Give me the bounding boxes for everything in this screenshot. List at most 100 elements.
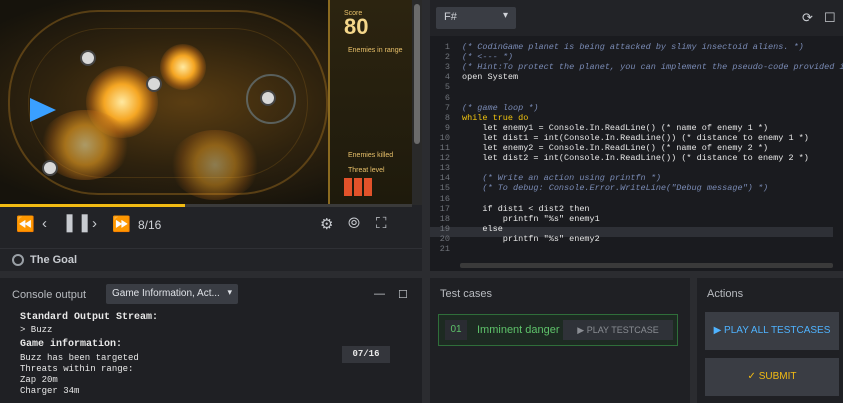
testcase-name: Imminent danger [477, 324, 560, 336]
explosion [170, 130, 260, 200]
player-ship [30, 98, 56, 122]
replay-controls: ⏪ ‹ ❚❚ › ⏩ 8/16 ⚙ ⦾ ⛶ [0, 209, 422, 241]
explosion [160, 44, 206, 90]
line-number: 19 [439, 223, 450, 234]
maximize-icon[interactable]: ☐ [824, 10, 836, 26]
fast-forward-icon[interactable]: ⏩ [112, 215, 131, 233]
line-number: 18 [439, 213, 450, 224]
editor-horizontal-scrollbar[interactable] [460, 263, 833, 268]
turn-badge: 07/16 [342, 346, 390, 363]
line-number: 2 [444, 52, 450, 63]
code-line: (* To debug: Console.Error.WriteLine("De… [462, 183, 769, 194]
submit-button[interactable]: ✓ SUBMIT [705, 358, 839, 396]
enemy-alien [42, 160, 58, 176]
line-number: 8 [444, 112, 450, 123]
code-line: (* Write an action using printfn *) [462, 173, 661, 184]
target-icon [12, 254, 24, 266]
chevron-down-icon: ▾ [227, 287, 232, 297]
game-info-line: Zap 20m [20, 375, 58, 385]
code-line: let enemy1 = Console.In.ReadLine() (* na… [462, 122, 769, 133]
threat-bar [364, 178, 372, 196]
line-number: 10 [439, 132, 450, 143]
testcase-item[interactable]: 01 Imminent danger ▶ PLAY TESTCASE [438, 314, 678, 346]
replay-progress-bar[interactable] [0, 204, 412, 207]
code-line: let enemy2 = Console.In.ReadLine() (* na… [462, 143, 769, 153]
reset-code-icon[interactable]: ⟳ [802, 10, 813, 26]
hud-sidebar: Score 80 Enemies in range Enemies killed… [328, 0, 412, 205]
game-info-line: Charger 34m [20, 386, 80, 396]
goal-label: The Goal [30, 254, 78, 266]
editor-header: F# ▾ ⟳ ☐ [430, 0, 843, 36]
code-line: (* CodinGame planet is being attacked by… [462, 42, 804, 52]
frame-counter: 8/16 [138, 218, 162, 232]
code-area[interactable]: 1 (* CodinGame planet is being attacked b… [430, 42, 843, 267]
line-number: 9 [444, 122, 450, 133]
maximize-icon[interactable]: ☐ [398, 288, 408, 301]
code-line: printfn "%s" enemy2 [462, 233, 600, 244]
line-number: 15 [439, 183, 450, 194]
line-number: 5 [444, 82, 450, 93]
line-number: 6 [444, 92, 450, 103]
test-cases-panel: Test cases 01 Imminent danger ▶ PLAY TES… [430, 278, 690, 403]
code-line: printfn "%s" enemy1 [462, 213, 600, 224]
actions-title: Actions [707, 288, 744, 300]
stdout-line: > Buzz [20, 325, 53, 335]
code-line: while true do [462, 112, 529, 123]
line-number: 1 [444, 42, 450, 52]
console-filter-select[interactable]: Game Information, Act... ▾ [106, 284, 238, 304]
pause-icon[interactable]: ❚❚ [62, 212, 92, 233]
goal-section[interactable]: The Goal [0, 248, 422, 271]
line-number: 12 [439, 153, 450, 164]
testcase-number: 01 [445, 320, 467, 340]
test-cases-title: Test cases [440, 288, 492, 300]
code-line: (* Hint:To protect the planet, you can i… [462, 62, 843, 73]
play-testcase-button[interactable]: ▶ PLAY TESTCASE [563, 320, 673, 340]
language-value: F# [444, 11, 457, 23]
enemies-in-range-label: Enemies in range [348, 47, 403, 54]
code-line: if dist1 < dist2 then [462, 203, 590, 214]
threat-bar [354, 178, 362, 196]
code-line: let dist2 = int(Console.In.ReadLine()) (… [462, 153, 809, 164]
code-line: let dist1 = int(Console.In.ReadLine()) (… [462, 132, 809, 143]
rewind-icon[interactable]: ⏪ [16, 215, 35, 233]
line-number: 21 [439, 244, 450, 254]
line-number: 13 [439, 163, 450, 174]
line-number: 16 [439, 193, 450, 204]
line-number: 3 [444, 62, 450, 73]
code-editor-panel: F# ▾ ⟳ ☐ 1 (* CodinGame planet is being a… [430, 0, 843, 271]
console-title: Console output [12, 289, 86, 301]
game-info-header: Game information: [20, 339, 123, 350]
line-number: 7 [444, 102, 450, 113]
line-number: 17 [439, 203, 450, 214]
threat-bar [344, 178, 352, 196]
share-icon[interactable]: ⦾ [348, 215, 360, 232]
language-select[interactable]: F# ▾ [436, 7, 516, 29]
threat-level-label: Threat level [348, 167, 385, 174]
score-value: 80 [344, 14, 369, 39]
game-canvas[interactable]: Score 80 Enemies in range Enemies killed… [0, 0, 412, 205]
enemy-alien [80, 50, 96, 66]
line-number: 11 [439, 143, 450, 153]
code-line: (* game loop *) [462, 102, 539, 113]
enemies-killed-label: Enemies killed [348, 152, 394, 159]
viewer-scrollbar[interactable] [412, 0, 422, 205]
line-number: 4 [444, 72, 450, 83]
game-info-line: Buzz has been targeted [20, 353, 139, 363]
step-back-icon[interactable]: ‹ [42, 215, 47, 232]
console-filter-value: Game Information, Act... [112, 288, 220, 299]
settings-gear-icon[interactable]: ⚙ [320, 215, 333, 233]
line-number: 14 [439, 173, 450, 184]
chevron-down-icon: ▾ [502, 10, 508, 21]
code-line: open System [462, 72, 519, 83]
code-line: else [462, 223, 503, 234]
line-number: 20 [439, 233, 450, 244]
minimize-icon[interactable]: — [374, 288, 385, 300]
actions-panel: Actions ▶ PLAY ALL TESTCASES ✓ SUBMIT [697, 278, 843, 403]
stdout-header: Standard Output Stream: [20, 312, 159, 323]
play-all-testcases-button[interactable]: ▶ PLAY ALL TESTCASES [705, 312, 839, 350]
fullscreen-icon[interactable]: ⛶ [376, 215, 387, 232]
console-output-panel: Console output Game Information, Act... … [0, 278, 422, 403]
code-line: (* <--- *) [462, 52, 514, 63]
game-viewer-panel: Score 80 Enemies in range Enemies killed… [0, 0, 422, 271]
step-forward-icon[interactable]: › [92, 215, 97, 232]
